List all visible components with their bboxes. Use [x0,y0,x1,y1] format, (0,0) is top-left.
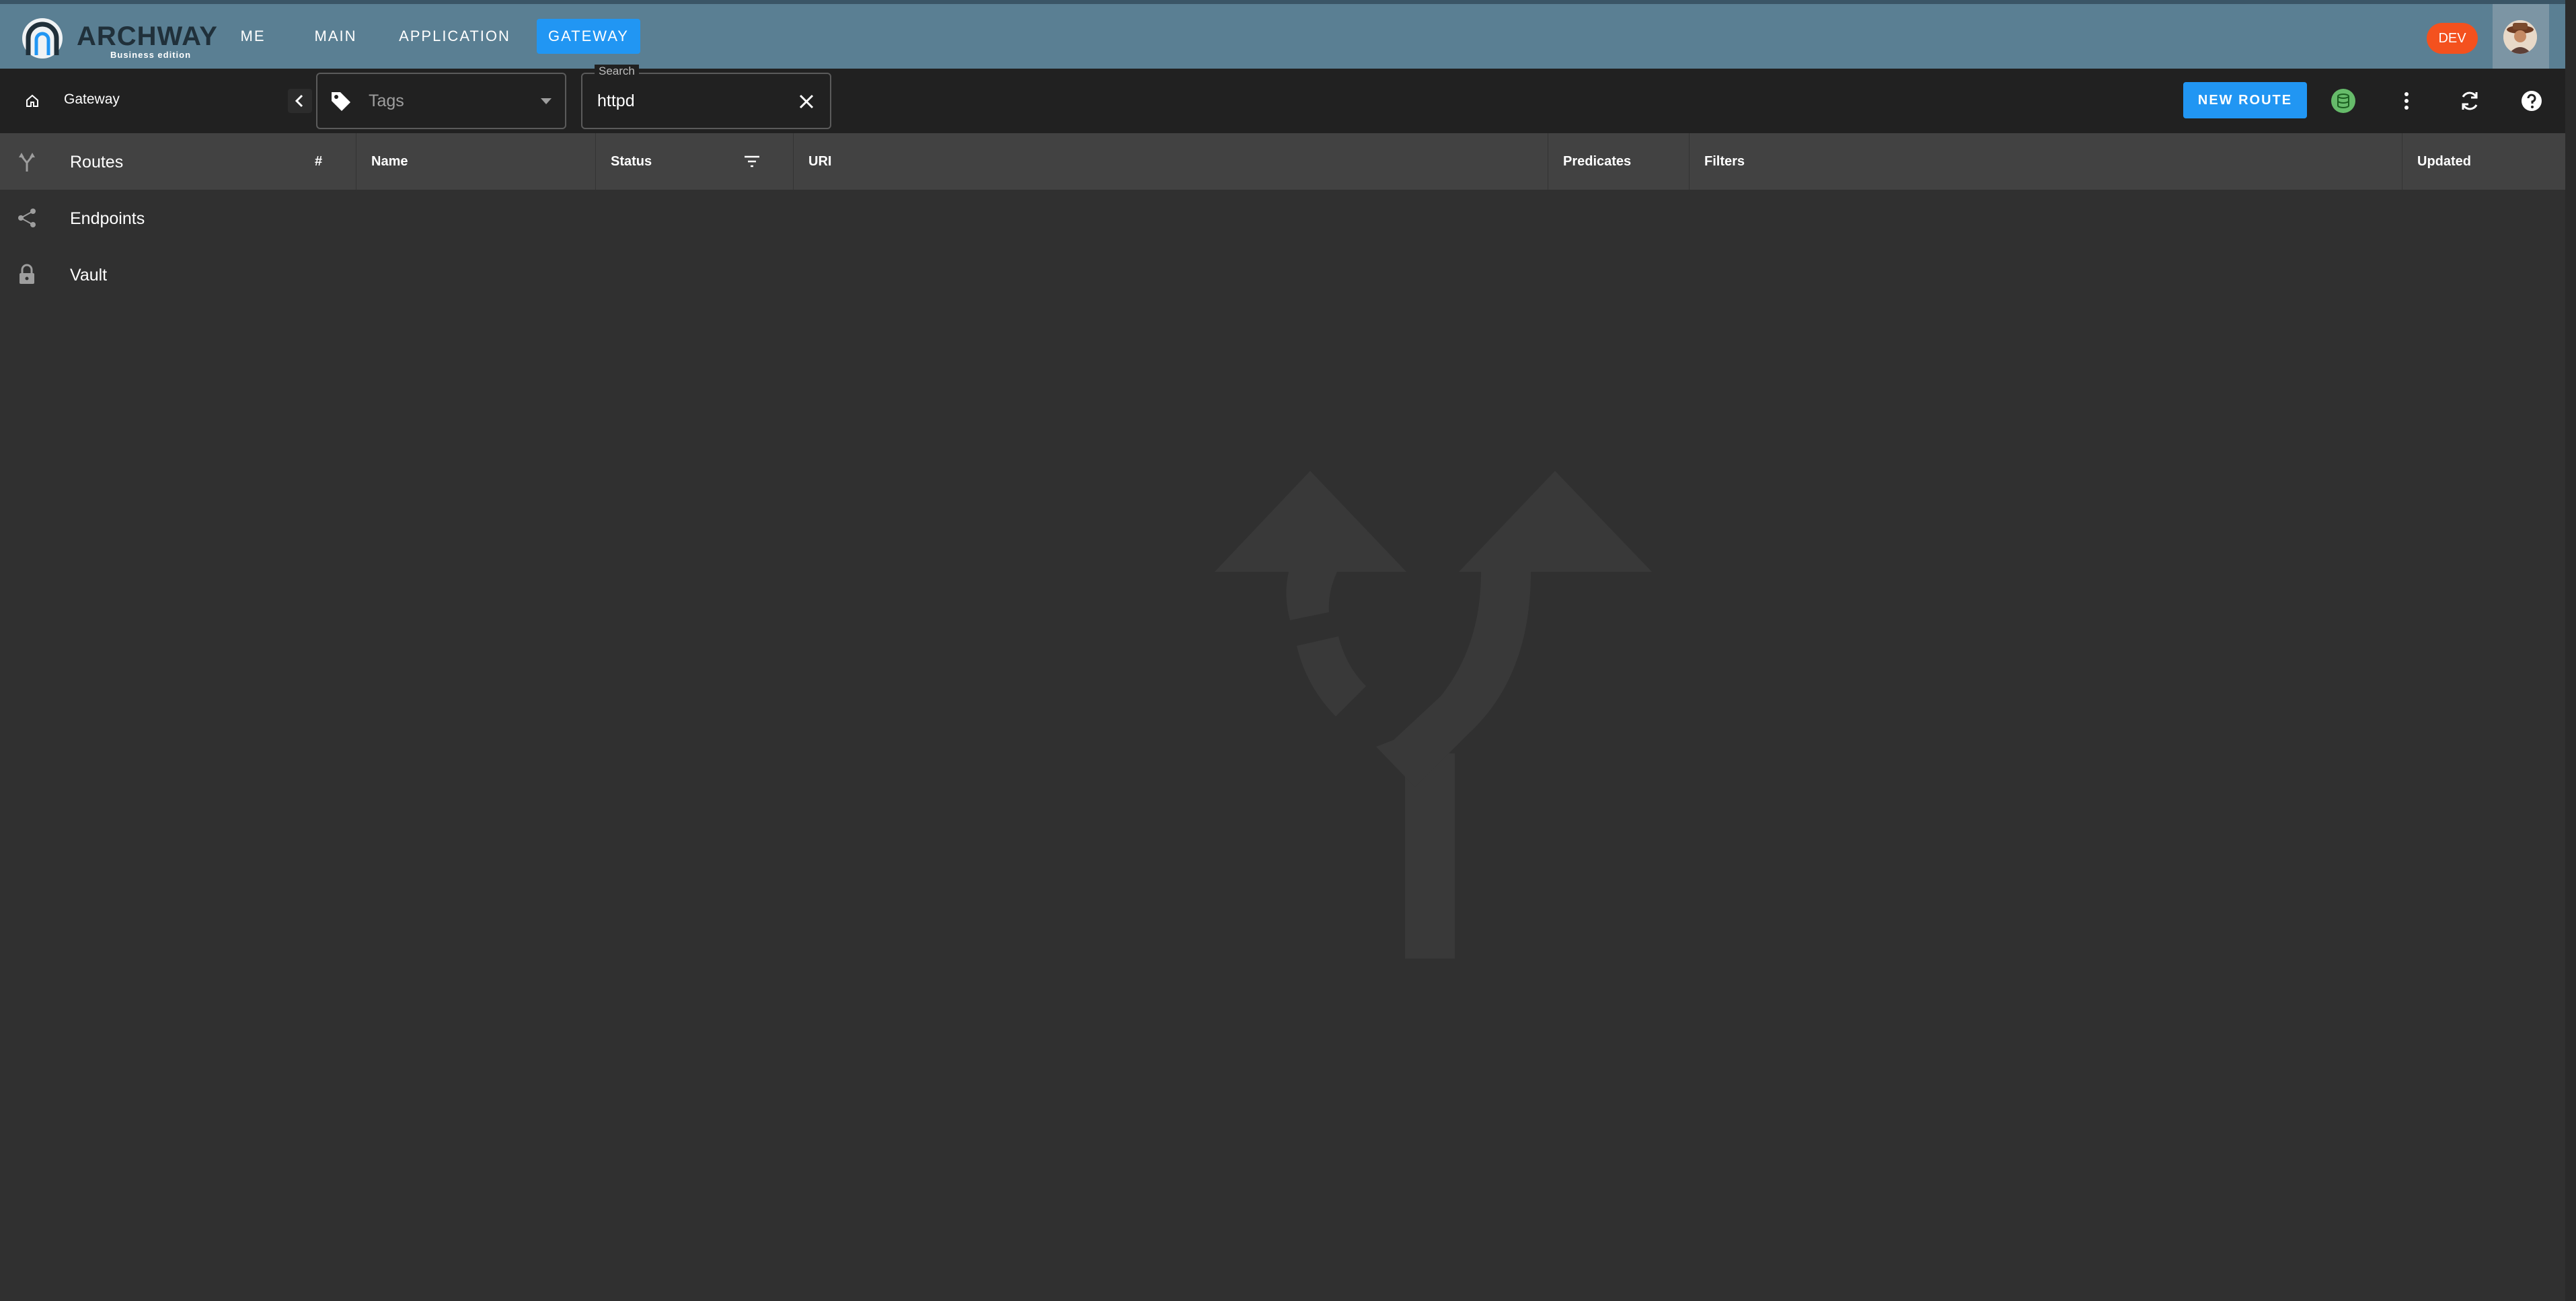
help-icon[interactable] [2518,87,2545,114]
column-header-index[interactable]: # [300,133,356,190]
archway-logo-icon [22,18,63,59]
logo-subtitle: Business edition [110,50,192,60]
archway-logo[interactable]: ARCHWAY Business edition [19,13,217,62]
top-app-bar: ARCHWAY Business edition ME MAIN APPLICA… [0,0,2576,69]
column-header-predicates[interactable]: Predicates [1548,133,1690,190]
window-edge [2565,0,2576,1301]
avatar[interactable] [2503,20,2537,54]
search-value[interactable]: httpd [597,91,635,111]
lock-icon [20,264,34,284]
chevron-left-icon[interactable] [288,89,312,113]
dropdown-arrow-icon [541,98,552,104]
filter-icon[interactable] [743,153,761,170]
sidebar-item-routes[interactable]: Routes [0,133,300,190]
sidebar-item-label: Endpoints [70,209,145,228]
refresh-icon[interactable] [2456,87,2483,114]
search-input[interactable]: Search httpd [581,65,831,129]
column-header-updated[interactable]: Updated [2402,133,2565,190]
new-route-button[interactable]: NEW ROUTE [2183,82,2307,118]
tags-placeholder: Tags [369,91,404,110]
toolbar: Gateway Tags Search httpd NEW ROUTE [0,65,2576,133]
breadcrumb[interactable]: Gateway [64,91,120,108]
nav-tab-application[interactable]: APPLICATION [393,19,517,54]
sidebar-item-endpoints[interactable]: Endpoints [0,190,300,246]
user-menu[interactable] [2493,4,2549,69]
search-label: Search [595,65,639,78]
share-icon [18,209,36,227]
home-icon[interactable] [24,93,40,109]
more-vert-icon[interactable] [2393,87,2420,114]
close-icon[interactable] [796,91,817,112]
fork-icon [19,153,35,172]
empty-routes-fork-icon [1215,471,1652,959]
nav-tab-me[interactable]: ME [229,19,277,54]
logo-text: ARCHWAY [77,22,218,51]
environment-badge: DEV [2427,23,2478,54]
routes-table-header: # Name Status URI Predicates Filters Upd… [300,133,2576,190]
sidebar: Routes Endpoints Vault [0,133,300,1301]
column-header-name[interactable]: Name [356,133,596,190]
nav-tab-main[interactable]: MAIN [301,19,370,54]
column-header-status-label: Status [611,154,652,169]
tags-select[interactable]: Tags [316,73,566,129]
database-icon [2337,94,2349,108]
column-header-filters[interactable]: Filters [1690,133,2402,190]
column-header-uri[interactable]: URI [794,133,1548,190]
sidebar-item-vault[interactable]: Vault [0,246,300,303]
sidebar-item-label: Vault [70,266,108,285]
sidebar-item-label: Routes [70,153,124,172]
tag-icon [332,92,350,111]
gateway-status-icon[interactable] [2331,89,2355,113]
column-header-status[interactable]: Status [596,133,794,190]
user-avatar-icon [2503,20,2537,54]
nav-tab-gateway[interactable]: GATEWAY [537,19,640,54]
